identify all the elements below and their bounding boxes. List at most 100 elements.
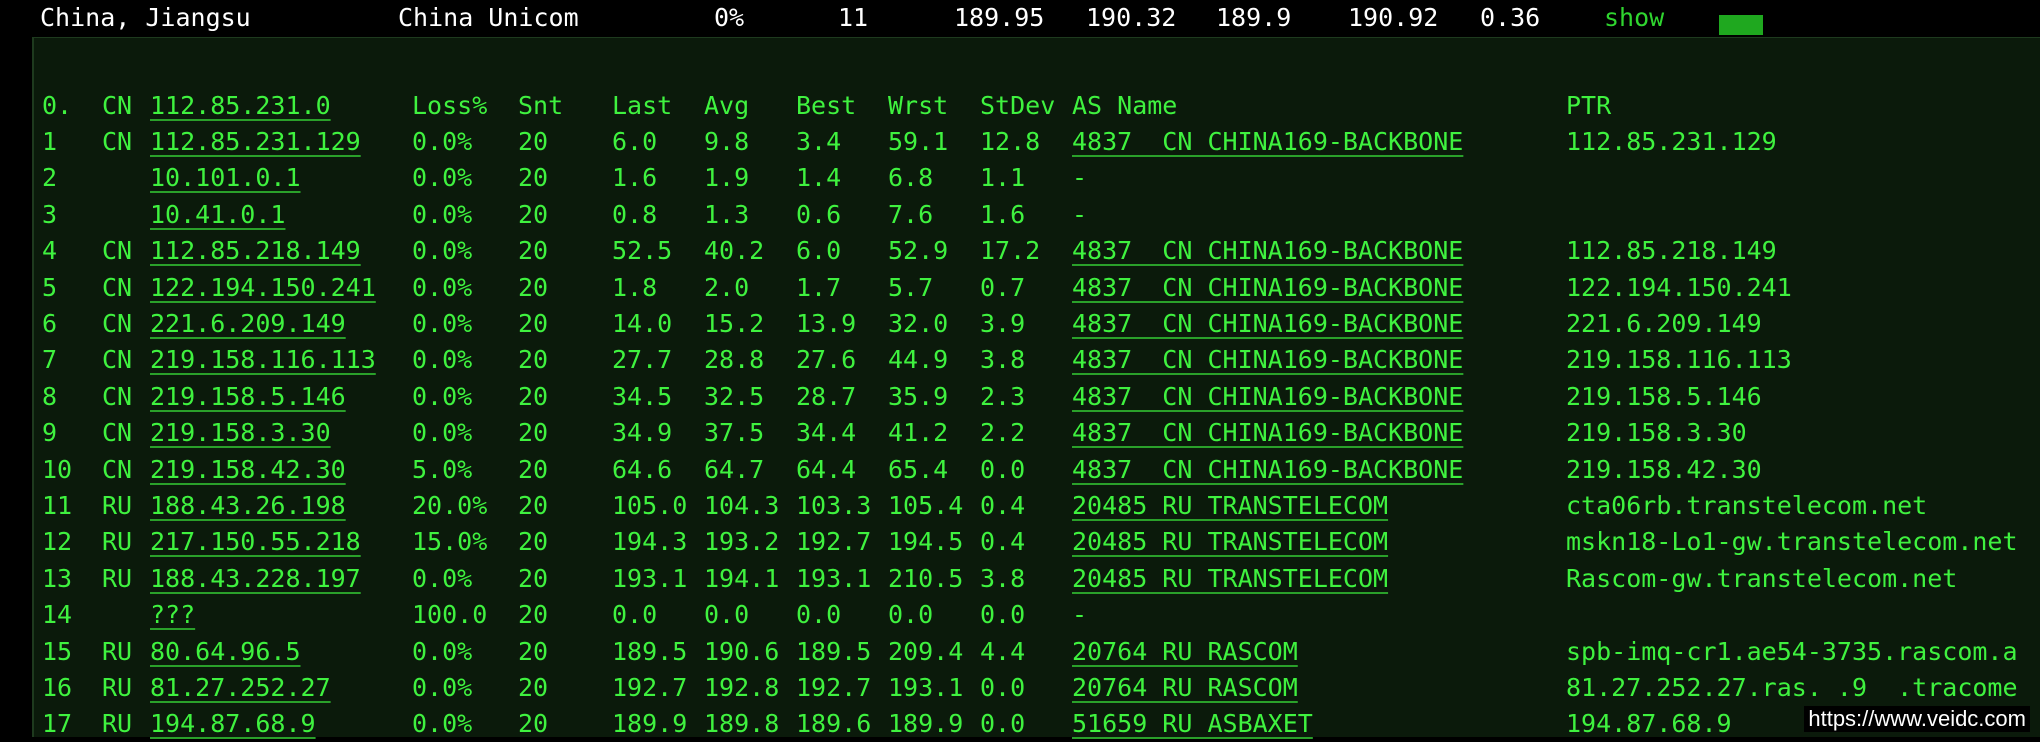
hop-best: 34.4: [796, 418, 857, 448]
hop-host-link[interactable]: 219.158.3.30: [150, 415, 331, 451]
table-row: 13 RU 188.43.228.197 0.0% 20 193.1 194.1 193.1 2…: [34, 561, 2040, 597]
hop-host-link[interactable]: ???: [150, 597, 195, 633]
hop-asname-link[interactable]: 4837 CN CHINA169-BACKBONE: [1072, 233, 1463, 269]
hop-stdev: 0.0: [980, 600, 1026, 630]
hop-avg: 193.2: [704, 527, 780, 557]
hop-last: 189.9: [612, 709, 688, 739]
hop-country: CN: [102, 309, 133, 338]
header-last: Last: [612, 91, 673, 120]
hop-best: 103.3: [796, 491, 872, 520]
hop-index: 3: [42, 199, 58, 229]
hop-snt: 20: [518, 709, 549, 739]
hop-last: 105.0: [612, 491, 688, 520]
hop-asname-link[interactable]: 51659 RU ASBAXET: [1072, 706, 1313, 742]
hop-asname-link[interactable]: 4837 CN CHINA169-BACKBONE: [1072, 452, 1463, 488]
hop-stdev: 0.0: [980, 454, 1026, 484]
hop-snt: 20: [518, 163, 549, 193]
hop-wrst: 7.6: [888, 199, 934, 229]
hop-host-link[interactable]: 10.101.0.1: [150, 160, 301, 196]
table-row: 6 CN 221.6.209.149 0.0% 20 14.0 15.2 13.9 32.0 3.…: [34, 306, 2040, 342]
hop-wrst: 32.0: [888, 309, 949, 338]
hop-host-link[interactable]: 81.27.252.27: [150, 670, 331, 706]
hop-country: CN: [102, 236, 133, 266]
summary-last: 189.95: [954, 3, 1045, 32]
hop-best: 189.6: [796, 709, 872, 739]
hop-stdev: 17.2: [980, 236, 1041, 266]
hop-avg: 40.2: [704, 236, 765, 266]
summary-avg: 190.32: [1086, 3, 1177, 32]
header-best: Best: [796, 91, 857, 120]
hop-snt: 20: [518, 600, 549, 630]
hop-last: 14.0: [612, 309, 673, 338]
hop-loss: 0.0%: [412, 236, 473, 266]
hop-host-link[interactable]: 112.85.218.149: [150, 233, 361, 269]
hop-asname-link[interactable]: 4837 CN CHINA169-BACKBONE: [1072, 124, 1463, 160]
hop-best: 64.4: [796, 454, 857, 484]
hop-loss: 0.0%: [412, 199, 473, 229]
hop-avg: 64.7: [704, 454, 765, 484]
hop-avg: 104.3: [704, 491, 780, 520]
hop-best: 192.7: [796, 527, 872, 557]
hop-index: 9: [42, 418, 58, 448]
hop-host-link[interactable]: 219.158.116.113: [150, 342, 376, 378]
hop-host-link[interactable]: 80.64.96.5: [150, 634, 301, 670]
hop-index: 7: [42, 345, 58, 375]
hop-asname-link[interactable]: 20485 RU TRANSTELECOM: [1072, 561, 1388, 597]
hop-loss: 0.0%: [412, 709, 473, 739]
hop-ptr: mskn18-Lo1-gw.transtelecom.net: [1566, 527, 2018, 557]
hop-asname-link[interactable]: 4837 CN CHINA169-BACKBONE: [1072, 415, 1463, 451]
hop-index: 4: [42, 236, 58, 266]
hop-asname-link[interactable]: 20764 RU RASCOM: [1072, 634, 1298, 670]
hop-host-link[interactable]: 219.158.5.146: [150, 379, 346, 415]
hop-country: CN: [102, 345, 133, 375]
summary-stdev: 0.36: [1480, 3, 1541, 32]
header-host-link[interactable]: 112.85.231.0: [150, 88, 331, 124]
header-index: 0.: [42, 91, 73, 120]
hop-asname-link[interactable]: 4837 CN CHINA169-BACKBONE: [1072, 306, 1463, 342]
hop-host-link[interactable]: 217.150.55.218: [150, 524, 361, 560]
hop-best: 6.0: [796, 236, 842, 266]
hop-asname-link[interactable]: 4837 CN CHINA169-BACKBONE: [1072, 270, 1463, 306]
hop-loss: 0.0%: [412, 127, 473, 156]
hop-host-link[interactable]: 194.87.68.9: [150, 706, 316, 742]
hop-last: 189.5: [612, 636, 688, 666]
hop-asname-link[interactable]: 20485 RU TRANSTELECOM: [1072, 488, 1388, 524]
hop-stdev: 12.8: [980, 127, 1041, 156]
hop-stdev: 4.4: [980, 636, 1026, 666]
summary-location: China, Jiangsu: [40, 3, 251, 32]
table-row: 14??? 100.0 20 0.0 0.0 0.0 0.0 0.0 -: [34, 597, 2040, 633]
hop-snt: 20: [518, 236, 549, 266]
hop-ptr: 221.6.209.149: [1566, 309, 1762, 338]
hop-loss: 0.0%: [412, 563, 473, 593]
hop-asname-link[interactable]: 20485 RU TRANSTELECOM: [1072, 524, 1388, 560]
hop-host-link[interactable]: 188.43.26.198: [150, 488, 346, 524]
hop-host-link[interactable]: 221.6.209.149: [150, 306, 346, 342]
hop-host-link[interactable]: 122.194.150.241: [150, 270, 376, 306]
hop-last: 6.0: [612, 127, 658, 156]
hop-avg: 32.5: [704, 381, 765, 411]
hop-asname-link[interactable]: 4837 CN CHINA169-BACKBONE: [1072, 342, 1463, 378]
hop-last: 52.5: [612, 236, 673, 266]
hop-ptr: 194.87.68.9: [1566, 709, 1732, 739]
hop-avg: 0.0: [704, 600, 750, 630]
hop-host-link[interactable]: 112.85.231.129: [150, 124, 361, 160]
hop-country: RU: [102, 563, 133, 593]
hop-ptr: 112.85.218.149: [1566, 236, 1777, 266]
show-toggle-link[interactable]: show: [1604, 0, 1664, 36]
table-header-row: 0. CN 112.85.231.0 Loss% Snt Last Avg Be…: [34, 88, 2040, 124]
hop-country: RU: [102, 673, 133, 702]
hop-avg: 2.0: [704, 272, 750, 302]
hop-ptr: 81.27.252.27.ras. .9 .tracome: [1566, 673, 2018, 702]
hop-snt: 20: [518, 418, 549, 448]
hop-last: 192.7: [612, 673, 688, 702]
hop-stdev: 0.4: [980, 491, 1026, 520]
hop-best: 0.0: [796, 600, 842, 630]
hop-asname-link[interactable]: 20764 RU RASCOM: [1072, 670, 1298, 706]
hop-host-link[interactable]: 10.41.0.1: [150, 197, 285, 233]
hop-country: CN: [102, 381, 133, 411]
hop-asname-link[interactable]: 4837 CN CHINA169-BACKBONE: [1072, 379, 1463, 415]
hop-host-link[interactable]: 188.43.228.197: [150, 561, 361, 597]
hop-country: RU: [102, 636, 133, 666]
hop-wrst: 193.1: [888, 673, 964, 702]
hop-host-link[interactable]: 219.158.42.30: [150, 452, 346, 488]
